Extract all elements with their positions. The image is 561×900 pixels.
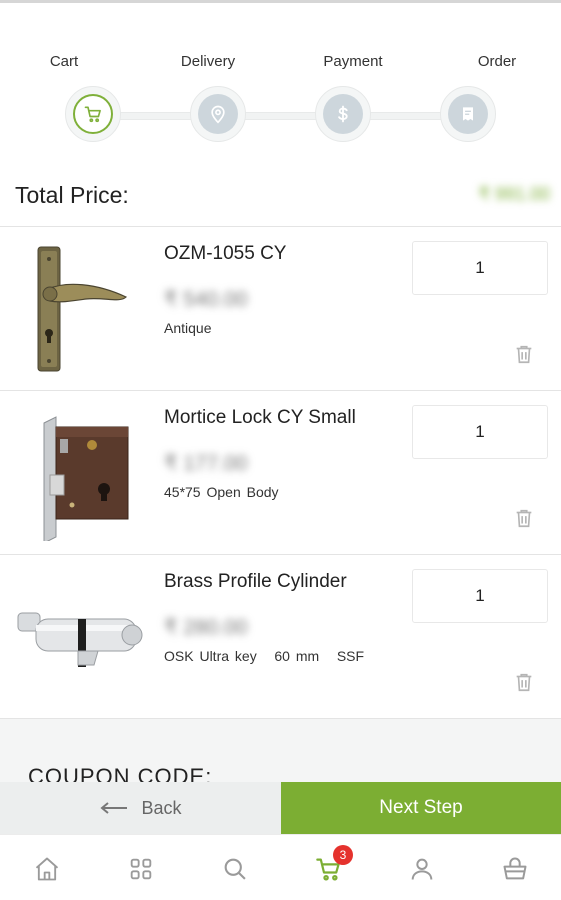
product-image-door-handle bbox=[16, 241, 144, 377]
product-price: ₹ 177.00 bbox=[164, 452, 248, 475]
step-payment[interactable] bbox=[315, 86, 371, 142]
arrow-left-icon bbox=[100, 802, 128, 814]
trash-icon[interactable] bbox=[513, 671, 535, 693]
step-delivery[interactable] bbox=[190, 86, 246, 142]
product-name: Mortice Lock CY Small bbox=[164, 407, 356, 428]
profile-icon[interactable] bbox=[408, 855, 436, 883]
cart-count-badge: 3 bbox=[333, 845, 353, 865]
receipt-icon bbox=[448, 94, 488, 134]
stepper-line bbox=[92, 112, 472, 120]
cart-item: Brass Profile Cylinder ₹ 280.00 OSK Ultr… bbox=[0, 554, 561, 718]
step-order[interactable] bbox=[440, 86, 496, 142]
grid-icon[interactable] bbox=[127, 855, 155, 883]
cart-icon bbox=[73, 94, 113, 134]
basket-icon[interactable] bbox=[501, 855, 529, 883]
trash-icon[interactable] bbox=[513, 343, 535, 365]
trash-icon[interactable] bbox=[513, 507, 535, 529]
step-cart[interactable] bbox=[65, 86, 121, 142]
step-label-order: Order bbox=[477, 53, 517, 70]
next-step-button[interactable]: Next Step bbox=[281, 782, 561, 834]
bottom-navigation: 3 bbox=[0, 834, 561, 900]
checkout-stepper: Cart Delivery Payment Order bbox=[0, 0, 561, 160]
product-price: ₹ 540.00 bbox=[164, 288, 248, 311]
search-icon[interactable] bbox=[221, 855, 249, 883]
back-button[interactable]: Back bbox=[0, 782, 281, 834]
back-button-label: Back bbox=[141, 797, 182, 818]
product-variant: Antique bbox=[164, 320, 212, 336]
location-pin-icon bbox=[198, 94, 238, 134]
cart-icon[interactable]: 3 bbox=[315, 845, 353, 883]
quantity-input[interactable]: 1 bbox=[412, 405, 548, 459]
next-step-button-label: Next Step bbox=[379, 797, 463, 818]
cart-item: OZM-1055 CY ₹ 540.00 Antique 1 bbox=[0, 226, 561, 390]
product-image-mortice-lock bbox=[16, 405, 144, 544]
step-label-payment: Payment bbox=[323, 53, 383, 70]
product-name: OZM-1055 CY bbox=[164, 243, 287, 264]
product-variant: 45*75 Open Body bbox=[164, 484, 279, 500]
step-label-delivery: Delivery bbox=[180, 53, 236, 70]
product-variant: OSK Ultra key 60 mm SSF bbox=[164, 648, 365, 664]
total-price-value: ₹ 991.00 bbox=[478, 184, 550, 204]
quantity-input[interactable]: 1 bbox=[412, 569, 548, 623]
quantity-input[interactable]: 1 bbox=[412, 241, 548, 295]
dollar-icon bbox=[323, 94, 363, 134]
home-icon[interactable] bbox=[33, 855, 61, 883]
product-name: Brass Profile Cylinder bbox=[164, 571, 347, 592]
total-price-row: Total Price: ₹ 991.00 bbox=[15, 180, 550, 214]
step-label-cart: Cart bbox=[49, 53, 79, 70]
product-image-brass-cylinder bbox=[16, 569, 144, 705]
total-price-label: Total Price: bbox=[15, 182, 129, 208]
product-price: ₹ 280.00 bbox=[164, 616, 248, 639]
cart-item: Mortice Lock CY Small ₹ 177.00 45*75 Ope… bbox=[0, 390, 561, 554]
